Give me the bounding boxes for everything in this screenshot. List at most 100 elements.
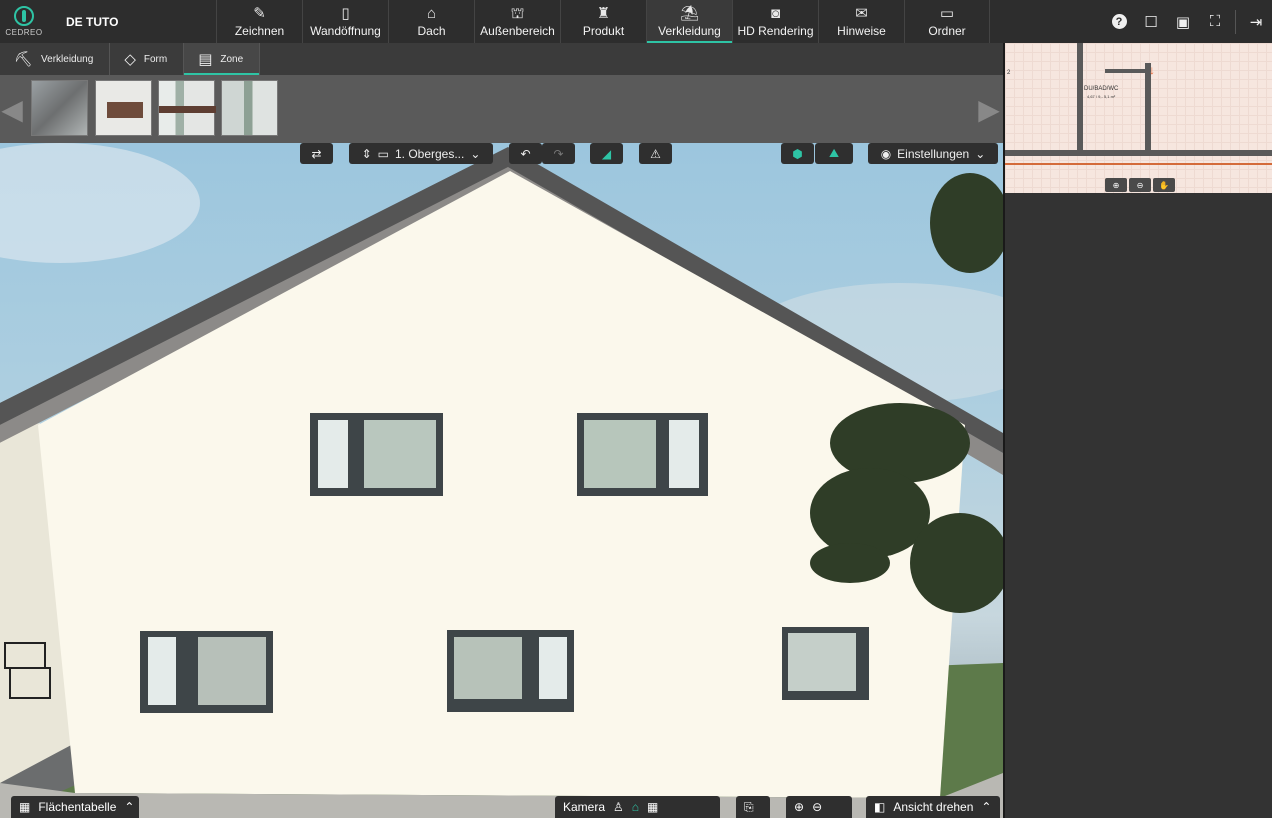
plan-wall [1105, 69, 1150, 73]
menu-label: Dach [417, 23, 446, 38]
plan-icon: ▦ [647, 800, 659, 814]
redo-button[interactable]: ↷ [542, 143, 575, 164]
window [310, 413, 443, 496]
undo-button[interactable]: ↶ [509, 143, 542, 164]
help-icon: ? [1111, 14, 1127, 29]
tab-label: Zone [220, 53, 244, 65]
settings-label: Einstellungen [897, 146, 970, 161]
person-icon: ♙ [613, 800, 624, 814]
plan-wall [1005, 163, 1272, 165]
comments-button[interactable]: ☐ [1135, 0, 1167, 43]
area-table-button[interactable]: ▦ Flächentabelle ⌃ [11, 796, 139, 818]
area-table-label: Flächentabelle [38, 800, 117, 814]
menu-ordner[interactable]: ▭ Ordner [904, 0, 990, 43]
level-selector[interactable]: ⇕ ▭ 1. Oberges... ⌄ [349, 143, 493, 164]
3d-box-view-button[interactable]: ⬢ [781, 143, 814, 164]
tab-zone[interactable]: ▤ Zone [184, 43, 261, 75]
paint-roller-icon: ⛏ [14, 51, 34, 68]
window [577, 413, 708, 496]
chevron-up-icon: ⌃ [981, 800, 992, 814]
tab-verkleidung[interactable]: ⛏ Verkleidung [0, 43, 111, 75]
house-scene [0, 143, 1003, 818]
cedreo-logo-icon [14, 6, 34, 26]
notes-icon: ✉ [855, 4, 868, 22]
app-logo[interactable]: CEDREO [0, 0, 48, 43]
swap-view-button[interactable]: ⇄ [300, 143, 333, 164]
window [140, 631, 273, 713]
menu-label: Produkt [582, 23, 625, 38]
save-button[interactable]: ▣ [1167, 0, 1199, 43]
paint-roller-icon: ⛱ [679, 4, 700, 22]
material-thumbnail[interactable] [95, 80, 152, 136]
measure-button[interactable]: ◢ [590, 143, 623, 164]
menu-label: HD Rendering [737, 23, 814, 38]
settings-dropdown[interactable]: ◉ Einstellungen ⌄ [868, 143, 998, 164]
cube-icon: ⬢ [792, 146, 803, 161]
menu-dach[interactable]: ⌂ Dach [388, 0, 474, 43]
orbit-icon: ⌂ [631, 800, 640, 814]
pencil-icon: ✎ [253, 4, 266, 22]
top-right-tools: ? ☐ ▣ ⛶ ⇥ [1103, 0, 1272, 43]
menu-aussenbereich[interactable]: ⛫ Außenbereich [474, 0, 560, 43]
mouse-mode-button[interactable]: ⎘ [736, 796, 770, 818]
window [782, 627, 869, 700]
chevron-down-icon: ⌄ [470, 146, 481, 161]
plan-zoom-in-icon[interactable]: ⊕ [1105, 178, 1127, 192]
fence-icon: ⛫ [510, 4, 525, 22]
menu-hinweise[interactable]: ✉ Hinweise [818, 0, 904, 43]
menu-zeichnen[interactable]: ✎ Zeichnen [216, 0, 302, 43]
menu-label: Wandöffnung [310, 23, 381, 38]
help-button[interactable]: ? [1103, 0, 1135, 43]
tab-label: Form [143, 53, 168, 65]
swap-icon: ⇄ [311, 146, 322, 161]
menu-verkleidung[interactable]: ⛱ Verkleidung [646, 0, 732, 43]
plan-tools: ⊕ ⊖ ✋ [1105, 178, 1175, 192]
project-name: DE TUTO [66, 14, 119, 29]
zoom-controls[interactable]: ⊕ ⊖ [786, 796, 852, 818]
plan-pan-icon[interactable]: ✋ [1153, 178, 1175, 192]
fullscreen-button[interactable]: ⛶ [1199, 0, 1231, 43]
right-panel [1003, 193, 1272, 818]
plan-room-label: DU/BAD/WC [1084, 86, 1119, 92]
warning-button[interactable]: ⚠ [639, 143, 672, 164]
plan-zoom-out-icon[interactable]: ⊖ [1129, 178, 1151, 192]
scroll-right-icon[interactable]: ▶ [978, 81, 1000, 137]
floor-plan-view[interactable]: ↓ DU/BAD/WC 4,67 / 9,- 5,1 m² 2 ⊕ ⊖ ✋ [1003, 43, 1272, 193]
folder-icon: ▭ [939, 4, 955, 22]
tab-label: Verkleidung [41, 53, 94, 65]
terrain-view-button[interactable]: ⛰ [815, 143, 853, 164]
mouse-icon: ⎘ [744, 799, 754, 814]
menu-label: Verkleidung [658, 23, 721, 38]
divider [1235, 9, 1236, 34]
menu-wandoeffnung[interactable]: ▯ Wandöffnung [302, 0, 388, 43]
scroll-left-icon[interactable]: ◀ [1, 81, 23, 137]
menu-label: Außenbereich [480, 23, 555, 38]
chair-icon: ♜ [596, 4, 611, 22]
3d-viewport[interactable]: ⇄ ⇕ ▭ 1. Oberges... ⌄ ↶ ↷ ◢ ⚠ ⬢ ⛰ ◉ Eins… [0, 143, 1003, 818]
shapes-icon: ◇ [124, 51, 136, 68]
menu-hd-rendering[interactable]: ◙ HD Rendering [732, 0, 818, 43]
save-icon: ▣ [1175, 13, 1191, 31]
menu-produkt[interactable]: ♜ Produkt [560, 0, 646, 43]
rotate-label: Ansicht drehen [893, 800, 974, 814]
top-bar: CEDREO DE TUTO ✎ Zeichnen ▯ Wandöffnung ⌂ D… [0, 0, 1272, 43]
zoom-out-icon[interactable]: ⊖ [812, 800, 822, 814]
eye-icon: ◉ [880, 146, 892, 161]
camera-controls[interactable]: Kamera ♙ ⌂ ▦ [555, 796, 720, 818]
comment-icon: ☐ [1144, 13, 1158, 31]
window [447, 630, 574, 712]
zoom-in-icon[interactable]: ⊕ [794, 800, 804, 814]
logout-button[interactable]: ⇥ [1240, 0, 1272, 43]
sub-toolbar: ⛏ Verkleidung ◇ Form ▤ Zone [0, 43, 1003, 75]
table-icon: ▦ [19, 800, 31, 814]
material-thumbnail[interactable] [31, 80, 88, 136]
warning-icon: ⚠ [650, 146, 661, 161]
tab-form[interactable]: ◇ Form [110, 43, 185, 75]
material-thumbnail[interactable] [221, 80, 278, 136]
zone-icon: ▤ [198, 51, 213, 68]
rotate-view-button[interactable]: ◧ Ansicht drehen ⌃ [866, 796, 1000, 818]
menu-label: Ordner [928, 23, 966, 38]
material-thumbnail[interactable] [158, 80, 216, 136]
material-strip: ◀ ▶ [0, 75, 1003, 143]
level-label: 1. Oberges... [394, 146, 465, 161]
